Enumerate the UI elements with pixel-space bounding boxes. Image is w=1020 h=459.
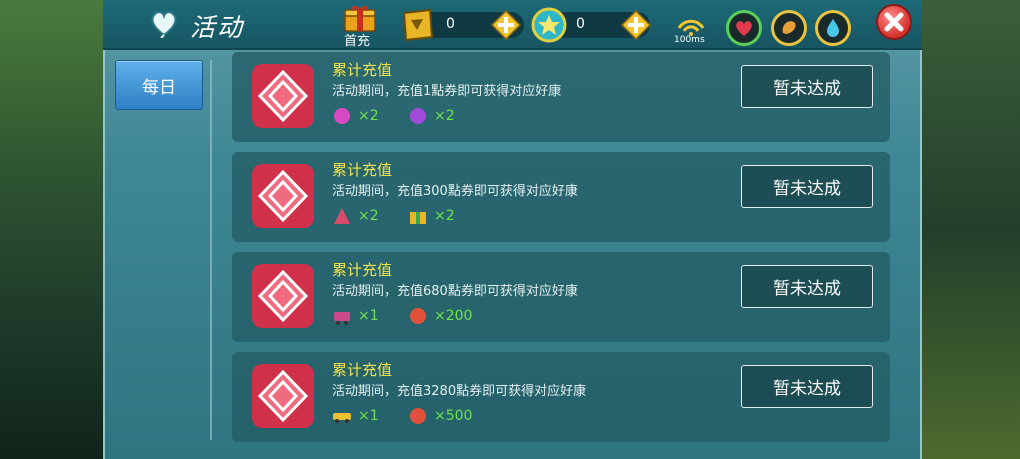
- page-title: 活动: [190, 13, 245, 42]
- red-bean-icon: [410, 308, 426, 324]
- coupon-ticket-icon: [402, 8, 434, 42]
- health-stat: [726, 10, 762, 46]
- card-title: 累计充值: [332, 361, 393, 379]
- reward-item: ×200: [408, 306, 472, 326]
- add-coupon-button[interactable]: [491, 10, 521, 40]
- signal-icon: [677, 19, 705, 36]
- status-button[interactable]: 暂未达成: [741, 65, 873, 108]
- reward-item: ×2: [332, 206, 379, 226]
- candy-purple-icon: [410, 108, 426, 124]
- heart-balloon-icon: [151, 11, 177, 38]
- reward-qty: ×200: [434, 308, 473, 324]
- coupon-count: 0: [446, 16, 455, 32]
- background-left: [0, 0, 110, 459]
- drumstick-icon: [782, 21, 796, 34]
- reward-qty: ×500: [434, 408, 473, 424]
- tent-icon: [334, 208, 350, 224]
- gift-chest-icon[interactable]: [342, 6, 378, 32]
- hunger-stat: [771, 10, 807, 46]
- card-description: 活动期间，充值1點券即可获得对应好康: [332, 84, 562, 99]
- reward-qty: ×2: [434, 208, 455, 224]
- star-coin-icon: [531, 7, 567, 43]
- balloon-pink-icon: [334, 108, 350, 124]
- water-stat: [815, 10, 851, 46]
- status-button[interactable]: 暂未达成: [741, 365, 873, 408]
- gift-box-icon: [410, 212, 426, 224]
- card-description: 活动期间，充值680點券即可获得对应好康: [332, 284, 578, 299]
- tab-daily[interactable]: 每日: [115, 60, 203, 110]
- reward-card: 累计充值 活动期间，充值3280點券即可获得对应好康 ×1 ×500 暂未达成: [232, 352, 890, 442]
- ping-value: 100ms: [674, 35, 705, 45]
- reward-item: ×2: [408, 206, 455, 226]
- card-title: 累计充值: [332, 61, 393, 79]
- gem-badge-icon: [252, 264, 314, 328]
- water-drop-icon: [827, 19, 839, 37]
- close-icon: [884, 12, 904, 32]
- card-description: 活动期间，充值300點券即可获得对应好康: [332, 184, 578, 199]
- card-title: 累计充值: [332, 161, 393, 179]
- gold-car-icon: [333, 413, 351, 423]
- gem-badge-icon: [252, 364, 314, 428]
- add-star-coin-button[interactable]: [621, 10, 651, 40]
- sidebar-divider: [210, 60, 212, 440]
- heart-icon: [736, 21, 752, 36]
- background-right: [910, 0, 1020, 459]
- reward-item: ×2: [408, 106, 455, 126]
- first-recharge-label: 首充: [344, 34, 371, 49]
- reward-qty: ×1: [358, 308, 379, 324]
- reward-qty: ×2: [358, 208, 379, 224]
- cart-icon: [334, 312, 350, 325]
- reward-qty: ×2: [434, 108, 455, 124]
- reward-card: 累计充值 活动期间，充值680點券即可获得对应好康 ×1 ×200 暂未达成: [232, 252, 890, 342]
- reward-card: 累计充值 活动期间，充值300點券即可获得对应好康 ×2 ×2 暂未达成: [232, 152, 890, 242]
- star-coin-count: 0: [576, 16, 585, 32]
- reward-qty: ×2: [358, 108, 379, 124]
- reward-qty: ×1: [358, 408, 379, 424]
- reward-item: ×1: [332, 306, 379, 326]
- status-button[interactable]: 暂未达成: [741, 165, 873, 208]
- gem-badge-icon: [252, 164, 314, 228]
- status-button[interactable]: 暂未达成: [741, 265, 873, 308]
- card-title: 累计充值: [332, 261, 393, 279]
- card-description: 活动期间，充值3280點券即可获得对应好康: [332, 384, 587, 399]
- reward-card: 累计充值 活动期间，充值1點券即可获得对应好康 ×2 ×2 暂未达成: [232, 52, 890, 142]
- reward-item: ×500: [408, 406, 472, 426]
- reward-item: ×1: [332, 406, 379, 426]
- gem-badge-icon: [252, 64, 314, 128]
- close-button[interactable]: [876, 4, 912, 40]
- reward-item: ×2: [332, 106, 379, 126]
- red-bean-icon: [410, 408, 426, 424]
